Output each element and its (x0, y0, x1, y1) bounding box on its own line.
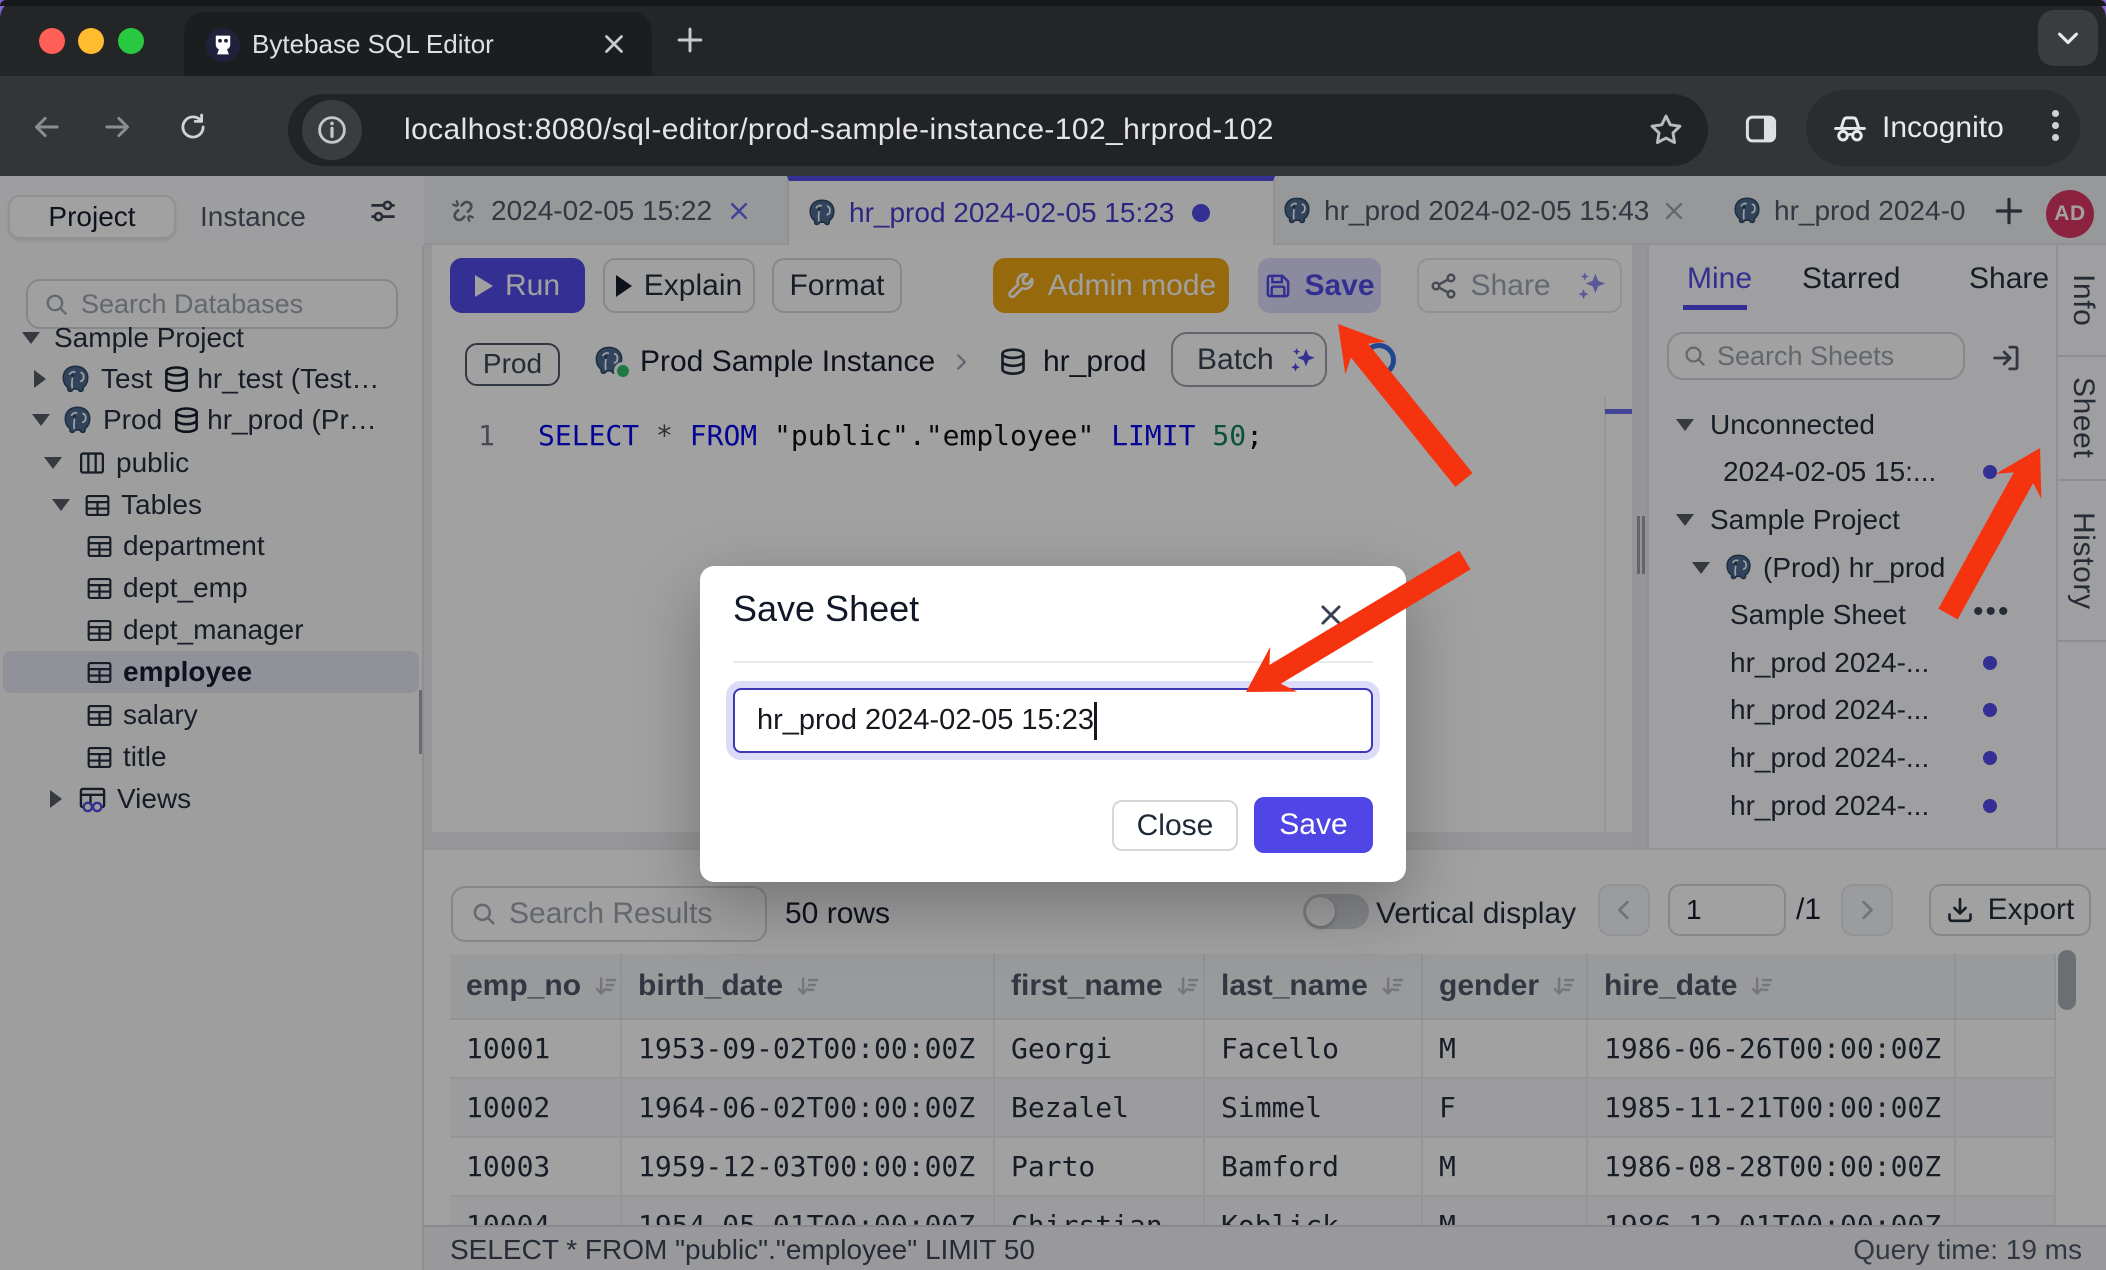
incognito-label: Incognito (1882, 111, 2004, 145)
side-panel-icon[interactable] (1744, 112, 1778, 146)
browser-chrome: Bytebase SQL Editor localhost:8080/sql-e… (0, 0, 2106, 176)
browser-tab-title: Bytebase SQL Editor (252, 12, 494, 76)
url-text: localhost:8080/sql-editor/prod-sample-in… (404, 94, 1274, 166)
traffic-light-close[interactable] (39, 28, 65, 54)
bookmark-star-icon[interactable] (1648, 112, 1684, 148)
window-top-edge (0, 0, 2106, 6)
incognito-badge: Incognito (1806, 90, 2080, 166)
forward-icon[interactable] (102, 112, 132, 142)
tab-search-button[interactable] (2038, 10, 2098, 66)
site-info-icon[interactable] (302, 100, 362, 160)
new-tab-icon[interactable] (676, 26, 704, 54)
sheet-name-input[interactable]: hr_prod 2024-02-05 15:23 (733, 688, 1373, 753)
dialog-title: Save Sheet (733, 588, 919, 630)
bytebase-favicon-icon (206, 28, 240, 62)
browser-tab-close-icon[interactable] (602, 32, 626, 56)
dialog-save-button[interactable]: Save (1254, 797, 1373, 853)
dialog-close-icon[interactable] (1318, 602, 1344, 628)
address-bar[interactable]: localhost:8080/sql-editor/prod-sample-in… (288, 94, 1708, 166)
traffic-light-zoom[interactable] (118, 28, 144, 54)
dialog-divider (733, 661, 1373, 663)
browser-menu-icon[interactable] (2052, 110, 2059, 141)
text-caret (1094, 702, 1097, 740)
dialog-close-button[interactable]: Close (1112, 800, 1238, 851)
save-sheet-dialog: Save Sheet hr_prod 2024-02-05 15:23 Clos… (700, 566, 1406, 882)
reload-icon[interactable] (178, 112, 208, 142)
browser-toolbar: localhost:8080/sql-editor/prod-sample-in… (0, 76, 2106, 176)
back-icon[interactable] (32, 112, 62, 142)
browser-tab[interactable]: Bytebase SQL Editor (184, 12, 652, 76)
sheet-name-value: hr_prod 2024-02-05 15:23 (757, 704, 1094, 737)
traffic-light-minimize[interactable] (78, 28, 104, 54)
incognito-icon (1832, 110, 1868, 146)
